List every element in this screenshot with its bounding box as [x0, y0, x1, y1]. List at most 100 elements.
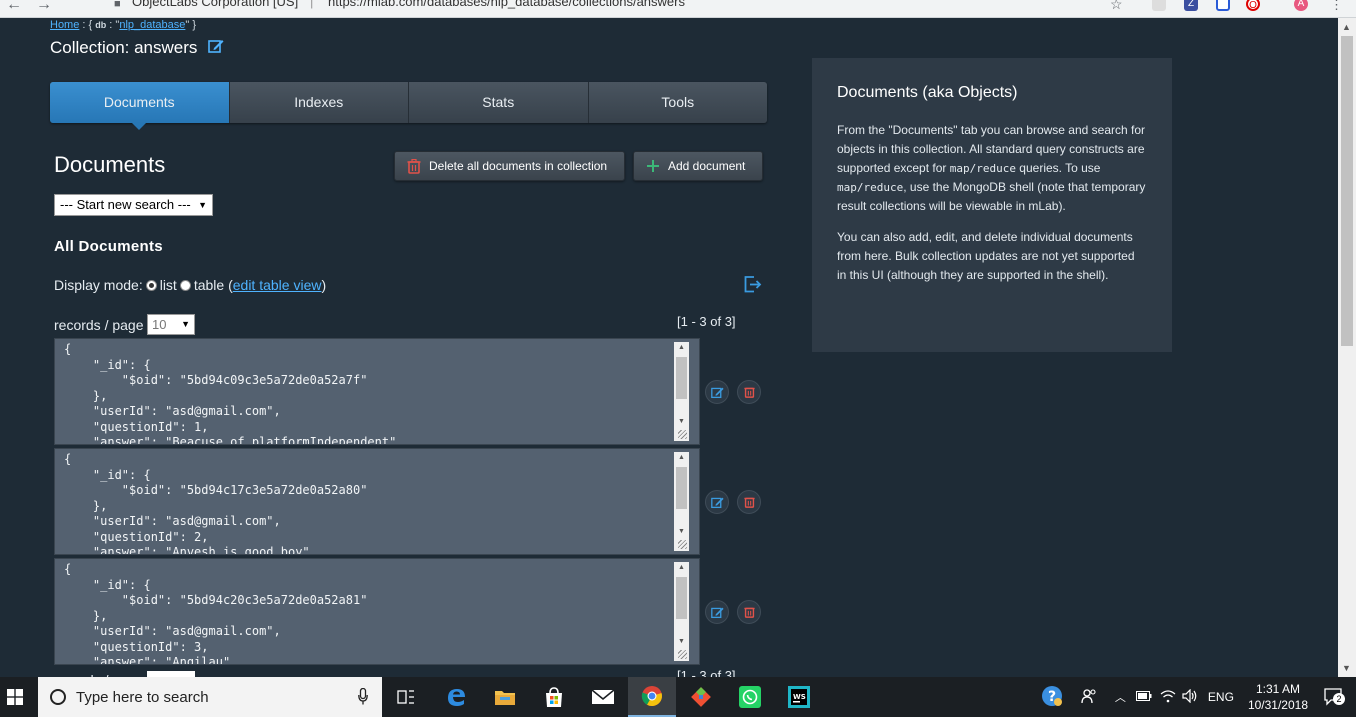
help-question-icon[interactable]: ? [1041, 685, 1063, 710]
document-json[interactable]: { "_id": { "$oid": "5bd94c09c3e5a72de0a5… [55, 339, 699, 444]
tab-documents[interactable]: Documents [50, 82, 230, 130]
webstorm-icon[interactable]: WS [775, 677, 823, 717]
delete-document-button[interactable] [737, 490, 761, 514]
extension-icon[interactable] [1152, 0, 1166, 11]
windows-taskbar: Type here to search WS ? ︿ ENG 1:31 AM 1… [0, 677, 1356, 717]
resize-handle[interactable] [674, 426, 689, 441]
address-bar[interactable]: https://mlab.com/databases/nlp_database/… [328, 0, 685, 9]
table-radio[interactable] [179, 279, 191, 291]
task-view-icon[interactable] [382, 677, 430, 717]
document-scroll-thumb[interactable] [676, 467, 687, 509]
opera-icon[interactable]: O [1246, 0, 1260, 11]
chevron-up-icon[interactable]: ︿ [1115, 689, 1126, 705]
document-record[interactable]: { "_id": { "$oid": "5bd94c20c3e5a72de0a5… [54, 558, 700, 665]
scroll-up-icon[interactable]: ▲ [678, 454, 685, 461]
page-scroll-thumb[interactable] [1341, 36, 1353, 346]
taskbar-search[interactable]: Type here to search [38, 677, 382, 717]
display-mode: Display mode: list table (edit table vie… [54, 277, 326, 293]
git-icon[interactable] [677, 677, 725, 717]
volume-icon[interactable] [1182, 688, 1198, 706]
delete-all-documents-button[interactable]: Delete all documents in collection [394, 151, 625, 181]
edit-collection-icon[interactable] [208, 38, 224, 59]
edit-document-button[interactable] [705, 600, 729, 624]
extension-z-icon[interactable]: Z [1184, 0, 1198, 11]
edge-browser-icon[interactable] [432, 677, 480, 717]
help-panel: Documents (aka Objects) From the "Docume… [812, 58, 1172, 352]
scroll-down-icon[interactable]: ▼ [678, 638, 685, 645]
store-icon[interactable] [530, 677, 578, 717]
help-title: Documents (aka Objects) [837, 84, 1018, 101]
document-scroll-thumb[interactable] [676, 577, 687, 619]
menu-dots-icon[interactable]: ⋮ [1330, 0, 1343, 13]
chrome-icon[interactable] [628, 677, 676, 717]
resize-handle[interactable] [674, 536, 689, 551]
breadcrumb-db-link[interactable]: nlp_database [119, 19, 185, 31]
clock[interactable]: 1:31 AM 10/31/2018 [1248, 681, 1308, 713]
document-json[interactable]: { "_id": { "$oid": "5bd94c20c3e5a72de0a5… [55, 559, 699, 664]
edit-document-button[interactable] [705, 490, 729, 514]
document-record[interactable]: { "_id": { "$oid": "5bd94c09c3e5a72de0a5… [54, 338, 700, 445]
microphone-icon[interactable] [358, 687, 368, 710]
delete-document-button[interactable] [737, 600, 761, 624]
resize-handle[interactable] [674, 646, 689, 661]
scroll-down-icon[interactable]: ▼ [678, 418, 685, 425]
clock-time: 1:31 AM [1255, 682, 1300, 696]
scroll-down-icon[interactable]: ▼ [1342, 663, 1351, 673]
document-json[interactable]: { "_id": { "$oid": "5bd94c17c3e5a72de0a5… [55, 449, 699, 554]
notification-center-icon[interactable]: 2 [1324, 688, 1345, 706]
browser-toolbar: ← → ■ ObjectLabs Corporation [US] | http… [0, 0, 1356, 18]
table-radio-label: table [193, 277, 225, 293]
edit-table-view-link[interactable]: edit table view [233, 277, 322, 293]
document-scrollbar[interactable]: ▲ ▼ [674, 342, 689, 427]
star-icon[interactable]: ☆ [1110, 0, 1123, 13]
help-paragraph-2: You can also add, edit, and delete indiv… [837, 230, 1135, 282]
battery-icon[interactable] [1135, 690, 1152, 704]
collection-tabs: Documents Indexes Stats Tools [50, 82, 768, 130]
windows-start-button[interactable] [0, 677, 30, 717]
edit-icon [710, 387, 724, 398]
extension-block-icon[interactable] [1216, 0, 1230, 11]
breadcrumb-home-link[interactable]: Home [50, 19, 79, 31]
all-documents-heading: All Documents [54, 238, 163, 255]
edit-document-button[interactable] [705, 380, 729, 404]
people-icon[interactable] [1081, 688, 1097, 707]
export-icon[interactable] [744, 276, 762, 298]
tab-tools[interactable]: Tools [589, 82, 768, 123]
scroll-up-icon[interactable]: ▲ [678, 564, 685, 571]
breadcrumb-db-key: db [95, 20, 107, 30]
add-document-button[interactable]: Add document [633, 151, 763, 181]
language-indicator[interactable]: ENG [1208, 690, 1234, 704]
forward-arrow-icon[interactable]: → [36, 0, 52, 14]
profile-avatar-icon[interactable]: A [1294, 0, 1308, 11]
records-per-page-label: records / page [54, 317, 144, 333]
site-identity: ObjectLabs Corporation [US] [132, 0, 299, 9]
breadcrumb-sep: : " [106, 19, 120, 31]
back-arrow-icon[interactable]: ← [6, 0, 22, 14]
edit-icon [710, 497, 724, 508]
breadcrumb-sep: : { [79, 19, 96, 31]
document-scroll-thumb[interactable] [676, 357, 687, 399]
document-scrollbar[interactable]: ▲ ▼ [674, 452, 689, 537]
document-record[interactable]: { "_id": { "$oid": "5bd94c17c3e5a72de0a5… [54, 448, 700, 555]
file-explorer-icon[interactable] [481, 677, 529, 717]
url-separator: | [310, 0, 314, 9]
tab-stats[interactable]: Stats [409, 82, 589, 123]
document-scrollbar[interactable]: ▲ ▼ [674, 562, 689, 647]
scroll-down-icon[interactable]: ▼ [678, 528, 685, 535]
scroll-up-icon[interactable]: ▲ [678, 344, 685, 351]
tab-indexes[interactable]: Indexes [230, 82, 409, 123]
trash-icon [743, 387, 755, 398]
search-select[interactable]: --- Start new search --- ▼ [54, 194, 213, 216]
list-radio[interactable] [145, 279, 157, 291]
breadcrumb: Home : { db : "nlp_database" } [50, 19, 196, 31]
delete-document-button[interactable] [737, 380, 761, 404]
chevron-down-icon: ▼ [198, 200, 207, 210]
whatsapp-icon[interactable] [726, 677, 774, 717]
search-select-value: --- Start new search --- [60, 197, 191, 212]
mail-icon[interactable] [579, 677, 627, 717]
records-per-page-select[interactable]: 10 ▼ [147, 314, 195, 335]
scroll-up-icon[interactable]: ▲ [1342, 22, 1351, 32]
lock-icon: ■ [114, 0, 121, 10]
page-scrollbar[interactable]: ▲ ▼ [1338, 18, 1356, 677]
wifi-icon[interactable] [1160, 689, 1176, 706]
